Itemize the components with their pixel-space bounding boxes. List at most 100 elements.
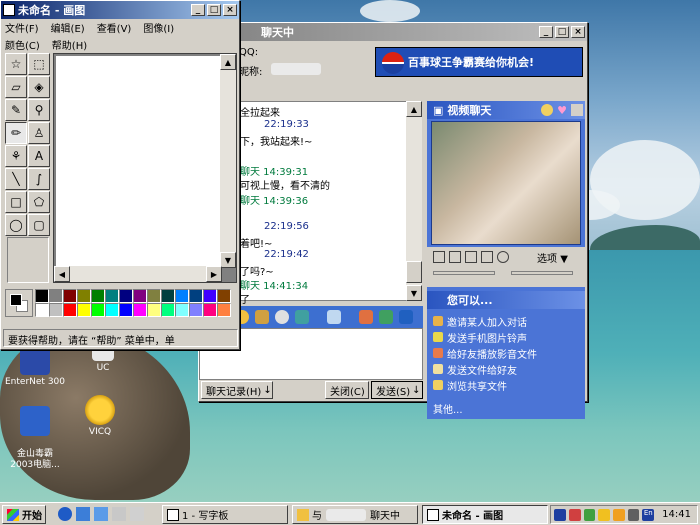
- color-swatch[interactable]: [133, 289, 147, 303]
- message-scrollbar[interactable]: ▲ ▼: [406, 101, 422, 301]
- rectangle-icon[interactable]: □: [5, 191, 27, 213]
- scroll-right-arrow-icon[interactable]: ▶: [206, 266, 222, 282]
- color-swatch[interactable]: [35, 303, 49, 317]
- color-picker-icon[interactable]: ✎: [5, 99, 27, 121]
- close-chat-button[interactable]: 关闭(C): [325, 381, 369, 399]
- color-swatch[interactable]: [217, 303, 231, 317]
- paint-titlebar[interactable]: 未命名 - 画图 _ □ ×: [1, 1, 239, 19]
- desktop-icon-vicq[interactable]: VICQ: [65, 395, 135, 437]
- menu-colors[interactable]: 颜色(C): [5, 37, 40, 52]
- rounded-rect-icon[interactable]: ▢: [28, 214, 50, 236]
- fullscreen-icon[interactable]: [433, 251, 445, 263]
- color-swatch[interactable]: [77, 303, 91, 317]
- smiley-icon[interactable]: [541, 104, 554, 116]
- scroll-thumb[interactable]: [406, 261, 422, 283]
- canvas-vertical-scrollbar[interactable]: ▲ ▼: [220, 54, 236, 268]
- color-swatch[interactable]: [49, 303, 63, 317]
- color-swatch[interactable]: [119, 289, 133, 303]
- menu-edit[interactable]: 编辑(E): [51, 20, 85, 35]
- heart-icon[interactable]: ♥: [557, 104, 567, 117]
- minimize-button[interactable]: _: [539, 26, 553, 38]
- fill-icon[interactable]: ◈: [28, 76, 50, 98]
- curve-icon[interactable]: ∫: [28, 168, 50, 190]
- color-swatch[interactable]: [105, 289, 119, 303]
- chat-history-button[interactable]: 聊天记录(H) ↓: [201, 381, 273, 399]
- color-swatch[interactable]: [161, 289, 175, 303]
- transfer-icon[interactable]: [379, 310, 393, 324]
- menu-image[interactable]: 图像(I): [143, 20, 174, 35]
- color-swatch[interactable]: [77, 289, 91, 303]
- snapshot-icon[interactable]: [465, 251, 477, 263]
- scroll-up-arrow-icon[interactable]: ▲: [406, 101, 422, 117]
- task-chat-with[interactable]: 与 聊天中: [292, 505, 418, 524]
- ellipse-icon[interactable]: ◯: [5, 214, 27, 236]
- window-mode-icon[interactable]: [449, 251, 461, 263]
- quicklaunch-outlook-icon[interactable]: [112, 507, 126, 521]
- task-paint[interactable]: 未命名 - 画图: [422, 505, 548, 524]
- desktop-icon-enternet[interactable]: EnterNet 300: [0, 345, 70, 387]
- color-swatch[interactable]: [91, 303, 105, 317]
- line-icon[interactable]: ╲: [5, 168, 27, 190]
- action-item[interactable]: 邀请某人加入对话: [433, 313, 583, 329]
- action-item[interactable]: 发送手机图片铃声: [433, 329, 583, 345]
- rect-select-icon[interactable]: ⬚: [28, 53, 50, 75]
- tray-volume-icon[interactable]: [627, 508, 640, 521]
- eraser-icon[interactable]: ▱: [5, 76, 27, 98]
- tray-qq-icon[interactable]: [598, 508, 610, 521]
- action-item[interactable]: 给好友播放影音文件: [433, 345, 583, 361]
- color-swatch[interactable]: [147, 289, 161, 303]
- canvas-horizontal-scrollbar[interactable]: ◀ ▶: [54, 266, 222, 282]
- quicklaunch-desktop-icon[interactable]: [94, 507, 108, 521]
- menu-file[interactable]: 文件(F): [5, 20, 39, 35]
- color-swatch[interactable]: [35, 289, 49, 303]
- chat-bubble-icon[interactable]: [275, 310, 289, 324]
- text-icon[interactable]: A: [28, 145, 50, 167]
- polygon-icon[interactable]: ⬠: [28, 191, 50, 213]
- mic-volume-slider[interactable]: [433, 271, 495, 275]
- start-button[interactable]: 开始: [2, 505, 46, 524]
- window-icon[interactable]: [399, 310, 413, 324]
- color-swatch[interactable]: [63, 303, 77, 317]
- menu-view[interactable]: 查看(V): [97, 20, 132, 35]
- chat-titlebar[interactable]: 聊天中 _ □ ×: [199, 23, 587, 41]
- task-wordpad[interactable]: 1 - 写字板: [162, 505, 288, 524]
- quicklaunch-browser-icon[interactable]: [58, 507, 72, 521]
- maximize-button[interactable]: □: [207, 4, 221, 16]
- speaker-icon[interactable]: [571, 104, 583, 116]
- color-swatch[interactable]: [217, 289, 231, 303]
- desktop-icon-kingsoft[interactable]: 金山毒霸 2003电脑...: [0, 395, 70, 482]
- free-select-icon[interactable]: ☆: [5, 53, 27, 75]
- action-item[interactable]: 发送文件给好友: [433, 361, 583, 377]
- color-swatch[interactable]: [49, 289, 63, 303]
- color-swatch[interactable]: [63, 289, 77, 303]
- font-icon[interactable]: [255, 310, 269, 324]
- scroll-down-arrow-icon[interactable]: ▼: [406, 285, 422, 301]
- airbrush-icon[interactable]: ⚘: [5, 145, 27, 167]
- tray-security-icon[interactable]: [568, 508, 581, 521]
- action-item[interactable]: 浏览共享文件: [433, 377, 583, 393]
- tool-options[interactable]: [7, 237, 49, 283]
- color-swatch[interactable]: [203, 303, 217, 317]
- drawing-canvas[interactable]: [56, 56, 221, 266]
- color-swatch[interactable]: [147, 303, 161, 317]
- color-swatch[interactable]: [189, 303, 203, 317]
- pepsi-ad-banner[interactable]: 百事球王争霸赛给你机会!: [375, 47, 583, 77]
- pencil-icon[interactable]: ✏: [5, 122, 27, 144]
- send-button[interactable]: 发送(S) ↓: [371, 381, 423, 399]
- current-colors[interactable]: [5, 289, 33, 317]
- tray-network-icon[interactable]: [583, 508, 596, 521]
- quicklaunch-ie-icon[interactable]: [76, 507, 90, 521]
- scroll-left-arrow-icon[interactable]: ◀: [54, 266, 70, 282]
- color-swatch[interactable]: [161, 303, 175, 317]
- minimize-button[interactable]: _: [191, 4, 205, 16]
- tray-shield-icon[interactable]: [554, 508, 566, 521]
- options-dropdown[interactable]: 选项 ▼: [537, 250, 568, 265]
- close-button[interactable]: ×: [571, 26, 585, 38]
- image-icon[interactable]: [295, 310, 309, 324]
- maximize-button[interactable]: □: [555, 26, 569, 38]
- menu-help[interactable]: 帮助(H): [52, 37, 87, 52]
- settings-icon[interactable]: [359, 310, 373, 324]
- color-swatch[interactable]: [133, 303, 147, 317]
- color-swatch[interactable]: [105, 303, 119, 317]
- tray-input-method-icon[interactable]: En: [642, 508, 655, 521]
